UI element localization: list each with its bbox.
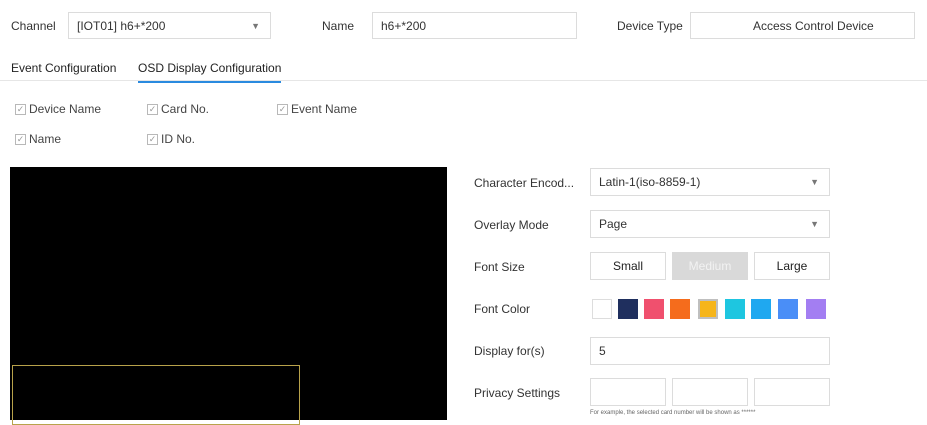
tab-event-configuration[interactable]: Event Configuration bbox=[11, 61, 116, 75]
font-color-purple-swatch[interactable] bbox=[806, 299, 826, 319]
overlay-mode-label: Overlay Mode bbox=[474, 218, 549, 232]
font-color-yellow-swatch[interactable] bbox=[698, 299, 718, 319]
privacy-settings-label: Privacy Settings bbox=[474, 386, 561, 400]
overlay-mode-value: Page bbox=[599, 217, 628, 231]
font-size-small-button[interactable]: Small bbox=[590, 252, 666, 280]
checkbox-id-no[interactable]: ✓ ID No. bbox=[147, 132, 195, 146]
checkbox-label: Name bbox=[29, 132, 62, 146]
checkbox-event-name[interactable]: ✓ Event Name bbox=[277, 102, 357, 116]
privacy-input-3[interactable] bbox=[754, 378, 830, 406]
privacy-hint: For example, the selected card number wi… bbox=[590, 410, 756, 416]
channel-label: Channel bbox=[11, 19, 56, 33]
device-type-label: Device Type bbox=[617, 19, 683, 33]
font-size-large-button[interactable]: Large bbox=[754, 252, 830, 280]
osd-region-box[interactable] bbox=[12, 365, 300, 425]
osd-preview bbox=[10, 167, 447, 425]
device-type-field: Access Control Device bbox=[690, 12, 915, 39]
display-for-value: 5 bbox=[599, 344, 606, 358]
overlay-mode-select[interactable]: Page ▼ bbox=[590, 210, 830, 238]
channel-value: [IOT01] h6+*200 bbox=[77, 18, 166, 33]
checkbox-icon: ✓ bbox=[15, 133, 26, 145]
character-encoding-select[interactable]: Latin-1(iso-8859-1) ▼ bbox=[590, 168, 830, 196]
font-color-skyblue-swatch[interactable] bbox=[751, 299, 771, 319]
chevron-down-icon: ▼ bbox=[251, 20, 260, 31]
name-label: Name bbox=[322, 19, 355, 33]
checkbox-label: Event Name bbox=[291, 102, 358, 116]
font-color-cyan-swatch[interactable] bbox=[725, 299, 745, 319]
channel-select[interactable]: [IOT01] h6+*200 ▼ bbox=[68, 12, 271, 39]
privacy-input-2[interactable] bbox=[672, 378, 748, 406]
tab-divider bbox=[0, 80, 927, 81]
checkbox-label: Card No. bbox=[161, 102, 210, 116]
font-size-label: Font Size bbox=[474, 260, 525, 274]
font-color-blue-swatch[interactable] bbox=[778, 299, 798, 319]
checkbox-icon: ✓ bbox=[15, 103, 26, 115]
font-color-label: Font Color bbox=[474, 302, 531, 316]
display-for-input[interactable]: 5 bbox=[590, 337, 830, 365]
checkbox-name[interactable]: ✓ Name bbox=[15, 132, 61, 146]
checkbox-device-name[interactable]: ✓ Device Name bbox=[15, 102, 101, 116]
name-value: h6+*200 bbox=[381, 18, 427, 33]
font-size-medium-button[interactable]: Medium bbox=[672, 252, 748, 280]
chevron-down-icon: ▼ bbox=[810, 219, 819, 229]
checkbox-icon: ✓ bbox=[147, 103, 158, 115]
font-color-orange-swatch[interactable] bbox=[670, 299, 690, 319]
font-color-navy-swatch[interactable] bbox=[618, 299, 638, 319]
font-color-white-swatch[interactable] bbox=[592, 299, 612, 319]
character-encoding-value: Latin-1(iso-8859-1) bbox=[599, 175, 701, 189]
chevron-down-icon: ▼ bbox=[810, 177, 819, 187]
checkbox-icon: ✓ bbox=[277, 103, 288, 115]
checkbox-icon: ✓ bbox=[147, 133, 158, 145]
device-type-value: Access Control Device bbox=[753, 18, 874, 33]
checkbox-label: Device Name bbox=[29, 102, 102, 116]
font-color-pink-swatch[interactable] bbox=[644, 299, 664, 319]
character-encoding-label: Character Encod... bbox=[474, 176, 575, 190]
checkbox-card-no[interactable]: ✓ Card No. bbox=[147, 102, 209, 116]
name-input[interactable]: h6+*200 bbox=[372, 12, 577, 39]
display-for-label: Display for(s) bbox=[474, 344, 545, 358]
privacy-input-1[interactable] bbox=[590, 378, 666, 406]
checkbox-label: ID No. bbox=[161, 132, 196, 146]
